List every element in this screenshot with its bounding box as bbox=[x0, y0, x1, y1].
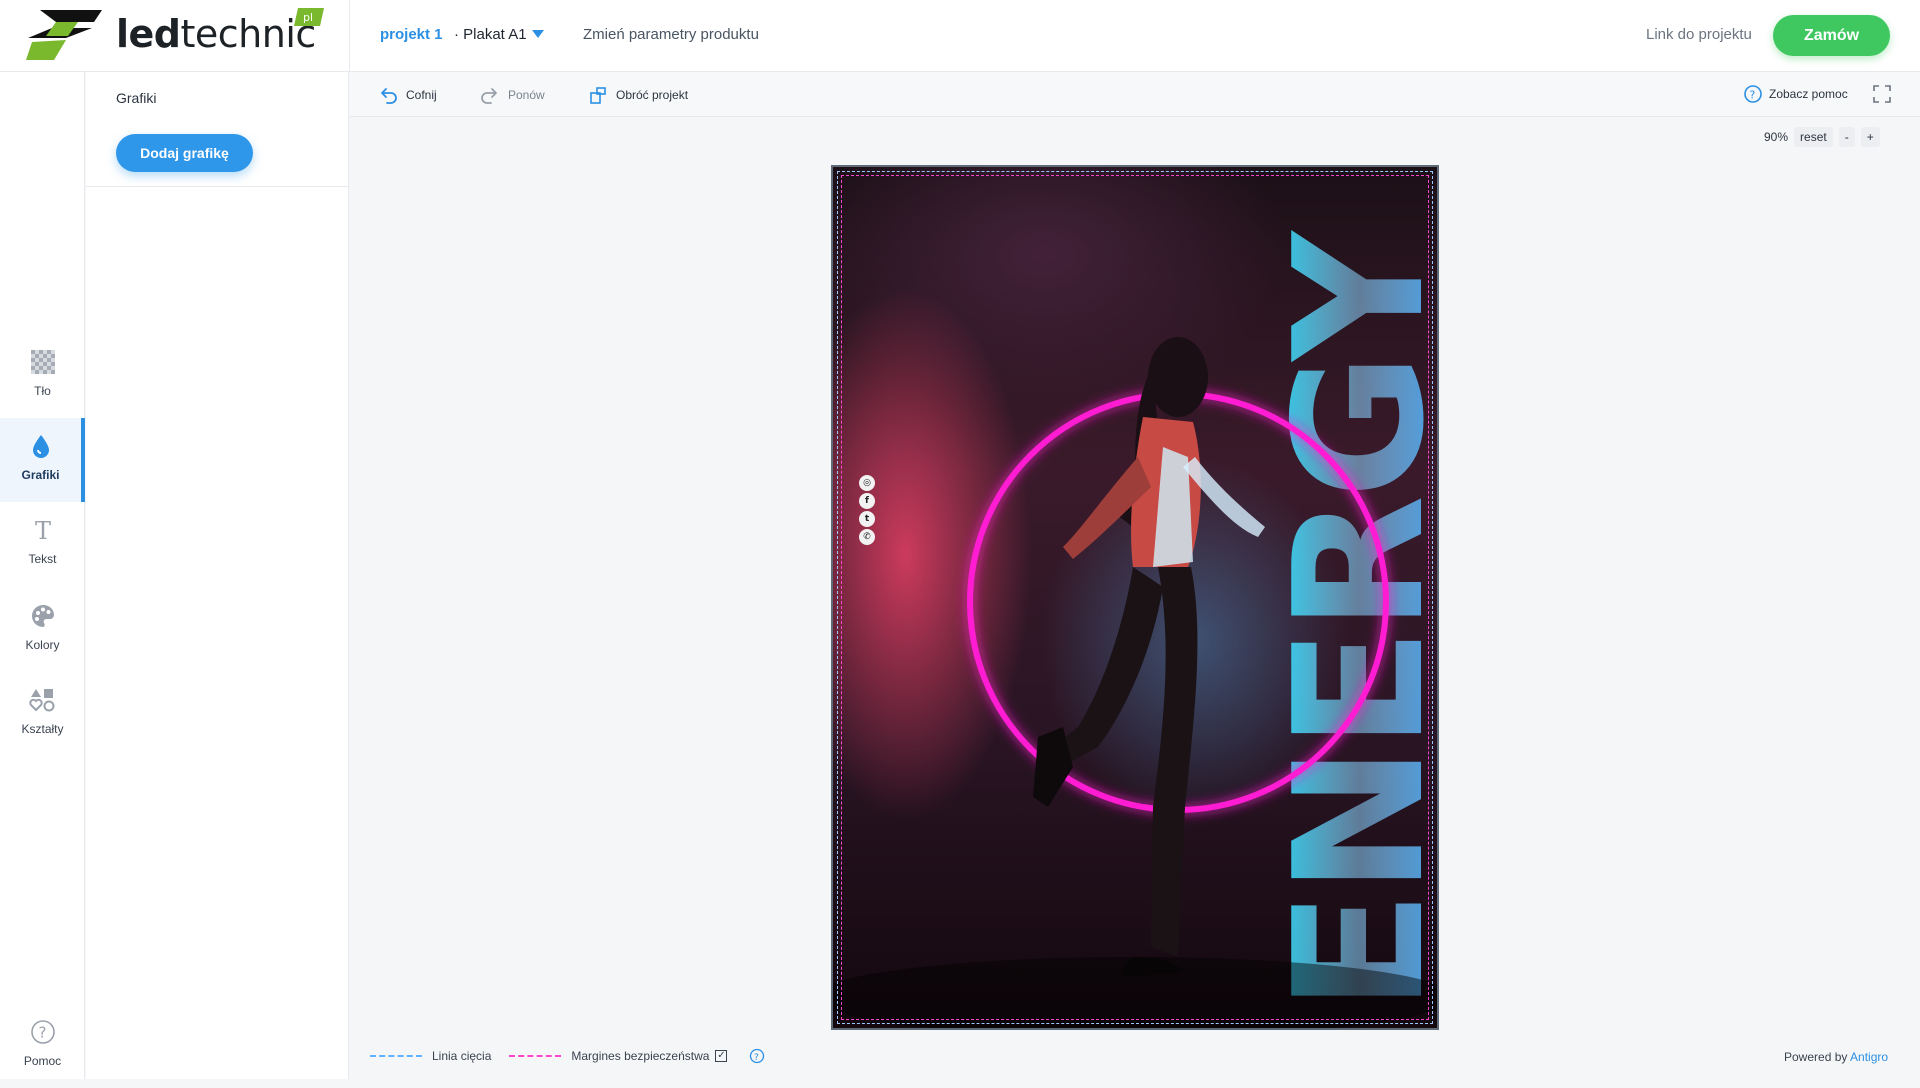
graphics-panel: Grafiki Dodaj grafikę bbox=[86, 72, 349, 1079]
redo-label: Ponów bbox=[508, 88, 545, 102]
nav-item-text[interactable]: T Tekst bbox=[0, 502, 85, 586]
help-label: Zobacz pomoc bbox=[1769, 87, 1848, 101]
svg-text:T: T bbox=[35, 517, 51, 544]
brand-logo[interactable]: ledtechnic pl bbox=[26, 4, 326, 64]
add-graphic-button[interactable]: Dodaj grafikę bbox=[116, 134, 253, 172]
redo-button[interactable]: Ponów bbox=[480, 84, 545, 106]
cut-line-swatch bbox=[370, 1055, 422, 1057]
powered-by-brand-link[interactable]: Antigro bbox=[1850, 1050, 1888, 1064]
svg-text:?: ? bbox=[754, 1053, 759, 1063]
safety-margin-checkbox[interactable]: ✓ bbox=[715, 1050, 728, 1062]
nav-item-label: Tło bbox=[34, 384, 51, 398]
rotate-page-icon bbox=[590, 87, 606, 104]
header-divider bbox=[349, 0, 350, 72]
fullscreen-icon[interactable] bbox=[1872, 84, 1892, 104]
legend-help-icon[interactable]: ? bbox=[749, 1048, 765, 1064]
order-button[interactable]: Zamów bbox=[1773, 15, 1890, 56]
left-nav: Tło Grafiki T Tekst Kolory Kształty ? Po… bbox=[0, 72, 85, 1079]
nav-item-label: Kolory bbox=[25, 638, 60, 652]
zoom-reset-button[interactable]: reset bbox=[1794, 127, 1833, 147]
svg-text:?: ? bbox=[1750, 89, 1756, 102]
editor-toolbar: Cofnij Ponów Obróć projekt ? Zobacz pomo… bbox=[350, 72, 1920, 117]
rotate-label: Obróć projekt bbox=[616, 88, 689, 102]
rotate-project-button[interactable]: Obróć projekt bbox=[588, 84, 688, 106]
zoom-out-button[interactable]: - bbox=[1838, 127, 1855, 147]
undo-icon bbox=[381, 88, 397, 104]
instagram-icon: ◎ bbox=[859, 475, 875, 491]
undo-label: Cofnij bbox=[406, 88, 437, 102]
project-dropdown-caret-icon[interactable] bbox=[532, 30, 544, 38]
logo-mark-icon bbox=[26, 10, 102, 60]
palette-icon bbox=[31, 605, 54, 627]
poster-canvas[interactable]: ENERGY ◎ f t ✆ bbox=[831, 165, 1439, 1030]
poster-artwork: ENERGY bbox=[833, 230, 1437, 1028]
twitter-icon: t bbox=[859, 511, 875, 527]
project-name[interactable]: projekt 1 bbox=[380, 26, 443, 43]
drop-icon bbox=[32, 435, 49, 458]
project-link[interactable]: Link do projektu bbox=[1646, 26, 1752, 43]
background-checker-icon bbox=[30, 350, 55, 374]
cut-line-label: Linia cięcia bbox=[432, 1049, 492, 1063]
nav-item-colors[interactable]: Kolory bbox=[0, 588, 85, 672]
guides-legend: Linia cięcia Margines bezpieczeństwa ✓ ? bbox=[370, 1047, 765, 1065]
zoom-in-button[interactable]: + bbox=[1860, 127, 1880, 147]
zoom-level: 90% bbox=[1764, 130, 1789, 144]
nav-item-shapes[interactable]: Kształty bbox=[0, 672, 85, 756]
nav-item-label: Pomoc bbox=[23, 1054, 62, 1068]
safety-margin-swatch bbox=[509, 1055, 562, 1057]
redo-icon bbox=[481, 88, 497, 104]
nav-item-label: Kształty bbox=[21, 722, 64, 736]
safety-margin-label: Margines bezpieczeństwa bbox=[571, 1049, 710, 1063]
nav-item-label: Grafiki bbox=[21, 468, 60, 482]
zoom-controls: 90% reset - + bbox=[1764, 126, 1880, 148]
whatsapp-icon: ✆ bbox=[859, 529, 875, 545]
runner-figure bbox=[1033, 337, 1265, 977]
powered-by-label: Powered by bbox=[1784, 1050, 1848, 1064]
logo-badge-icon: pl bbox=[294, 8, 324, 26]
brand-name: ledtechnic bbox=[116, 12, 316, 56]
nav-item-label: Tekst bbox=[28, 552, 57, 566]
nav-item-graphics[interactable]: Grafiki bbox=[0, 418, 85, 502]
shapes-icon bbox=[28, 689, 54, 712]
product-name: · Plakat A1 bbox=[454, 26, 527, 43]
svg-text:?: ? bbox=[38, 1024, 46, 1042]
poster-headline: ENERGY bbox=[1256, 230, 1437, 1012]
nav-item-help[interactable]: ? Pomoc bbox=[0, 1004, 85, 1088]
help-circle-icon: ? bbox=[1744, 85, 1762, 103]
panel-title: Grafiki bbox=[116, 90, 157, 106]
question-icon: ? bbox=[30, 1020, 55, 1044]
svg-text:pl: pl bbox=[303, 11, 313, 24]
facebook-icon: f bbox=[859, 493, 875, 509]
powered-by: Powered by Antigro bbox=[1784, 1050, 1888, 1064]
undo-button[interactable]: Cofnij bbox=[378, 84, 437, 106]
text-T-icon: T bbox=[35, 517, 51, 544]
panel-divider bbox=[86, 186, 349, 187]
nav-item-background[interactable]: Tło bbox=[0, 334, 85, 418]
help-link[interactable]: ? Zobacz pomoc bbox=[1743, 84, 1848, 104]
top-header: ledtechnic pl projekt 1 · Plakat A1 Zmie… bbox=[0, 0, 1920, 72]
change-product-params-link[interactable]: Zmień parametry produktu bbox=[583, 26, 759, 43]
